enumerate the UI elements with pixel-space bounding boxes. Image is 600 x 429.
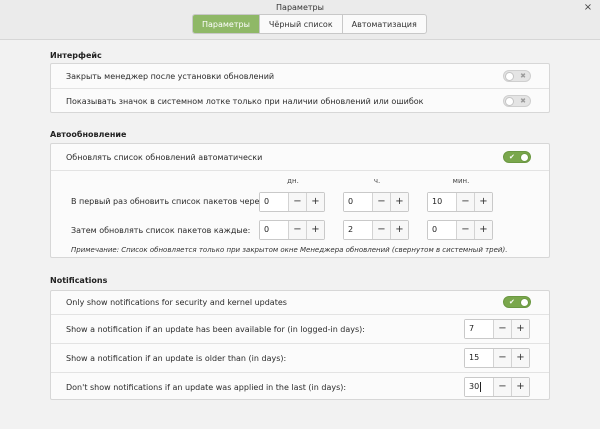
interface-panel: Закрыть менеджер после установки обновле… [50, 63, 550, 113]
first-refresh-days-value[interactable]: 0 [260, 193, 288, 211]
plus-icon[interactable]: + [306, 221, 324, 239]
minus-icon[interactable]: − [493, 349, 511, 367]
plus-icon[interactable]: + [390, 221, 408, 239]
available-days-value[interactable]: 7 [465, 320, 493, 338]
plus-icon[interactable]: + [511, 349, 529, 367]
tray-icon-label: Показывать значок в системном лотке толь… [66, 97, 424, 106]
tab-bar: Параметры Чёрный список Автоматизация [192, 14, 427, 34]
close-manager-label: Закрыть менеджер после установки обновле… [66, 72, 275, 81]
tray-icon-switch[interactable]: ✖ [503, 95, 531, 107]
window-title: Параметры [276, 3, 324, 12]
then-refresh-minutes-value[interactable]: 0 [428, 221, 456, 239]
text-caret [480, 381, 482, 392]
check-icon: ✔ [509, 298, 515, 306]
first-refresh-days-spin: 0 − + [259, 192, 325, 212]
minus-icon[interactable]: − [372, 221, 390, 239]
available-days-label: Show a notification if an update has bee… [66, 325, 365, 334]
section-title-interface: Интерфейс [50, 51, 102, 60]
security-only-label: Only show notifications for security and… [66, 298, 287, 307]
then-refresh-minutes-spin: 0 − + [427, 220, 493, 240]
close-manager-switch[interactable]: ✖ [503, 70, 531, 82]
close-button[interactable]: × [582, 2, 594, 14]
security-only-switch[interactable]: ✔ [503, 296, 531, 308]
then-refresh-label: Затем обновлять список пакетов каждые: [71, 226, 251, 235]
first-refresh-minutes-value[interactable]: 10 [428, 193, 456, 211]
column-days: дн. [287, 177, 299, 185]
first-refresh-hours-spin: 0 − + [343, 192, 409, 212]
minus-icon[interactable]: − [456, 193, 474, 211]
plus-icon[interactable]: + [474, 221, 492, 239]
interface-row-tray-icon: Показывать значок в системном лотке толь… [51, 88, 549, 113]
first-refresh-minutes-spin: 10 − + [427, 192, 493, 212]
switch-knob [505, 72, 514, 81]
section-title-autoupdate: Автообновление [50, 130, 127, 139]
tab-blacklist[interactable]: Чёрный список [260, 15, 343, 33]
minus-icon[interactable]: − [372, 193, 390, 211]
autoupdate-switch[interactable]: ✔ [503, 151, 531, 163]
minus-icon[interactable]: − [493, 378, 511, 396]
autoupdate-note: Примечание: Список обновляется только пр… [71, 246, 508, 254]
older-than-value[interactable]: 15 [465, 349, 493, 367]
notifications-row-available-days: Show a notification if an update has bee… [51, 314, 549, 343]
applied-last-value[interactable]: 30 [465, 378, 493, 396]
autoupdate-schedule: дн. ч. мин. В первый раз обновить список… [51, 170, 549, 258]
older-than-spin: 15 − + [464, 348, 530, 368]
applied-last-spin: 30 − + [464, 377, 530, 397]
autoupdate-toggle-label: Обновлять список обновлений автоматическ… [66, 153, 263, 162]
plus-icon[interactable]: + [390, 193, 408, 211]
minus-icon[interactable]: − [288, 221, 306, 239]
interface-row-close-manager: Закрыть менеджер после установки обновле… [51, 64, 549, 88]
then-refresh-hours-spin: 2 − + [343, 220, 409, 240]
column-minutes: мин. [452, 177, 470, 185]
older-than-label: Show a notification if an update is olde… [66, 354, 287, 363]
minus-icon[interactable]: − [456, 221, 474, 239]
autoupdate-row-toggle: Обновлять список обновлений автоматическ… [51, 144, 549, 170]
autoupdate-panel: Обновлять список обновлений автоматическ… [50, 143, 550, 258]
then-refresh-days-spin: 0 − + [259, 220, 325, 240]
tab-settings[interactable]: Параметры [193, 15, 260, 33]
plus-icon[interactable]: + [511, 378, 529, 396]
header-bar: Параметры × Параметры Чёрный список Авто… [0, 0, 600, 40]
check-icon: ✔ [509, 153, 515, 161]
switch-knob [520, 298, 529, 307]
applied-last-label: Don't show notifications if an update wa… [66, 383, 347, 392]
then-refresh-days-value[interactable]: 0 [260, 221, 288, 239]
plus-icon[interactable]: + [511, 320, 529, 338]
cross-icon: ✖ [520, 97, 526, 105]
switch-knob [505, 97, 514, 106]
notifications-panel: Only show notifications for security and… [50, 290, 550, 400]
minus-icon[interactable]: − [493, 320, 511, 338]
section-title-notifications: Notifications [50, 276, 108, 285]
close-icon: × [583, 2, 593, 13]
column-hours: ч. [373, 177, 381, 185]
cross-icon: ✖ [520, 72, 526, 80]
plus-icon[interactable]: + [306, 193, 324, 211]
available-days-spin: 7 − + [464, 319, 530, 339]
switch-knob [520, 153, 529, 162]
applied-last-text: 30 [469, 382, 480, 391]
tab-automation[interactable]: Автоматизация [343, 15, 426, 33]
minus-icon[interactable]: − [288, 193, 306, 211]
then-refresh-hours-value[interactable]: 2 [344, 221, 372, 239]
notifications-row-applied-last: Don't show notifications if an update wa… [51, 372, 549, 400]
notifications-row-older-than: Show a notification if an update is olde… [51, 343, 549, 372]
first-refresh-hours-value[interactable]: 0 [344, 193, 372, 211]
plus-icon[interactable]: + [474, 193, 492, 211]
first-refresh-label: В первый раз обновить список пакетов чер… [71, 197, 267, 206]
notifications-row-security-only: Only show notifications for security and… [51, 291, 549, 314]
